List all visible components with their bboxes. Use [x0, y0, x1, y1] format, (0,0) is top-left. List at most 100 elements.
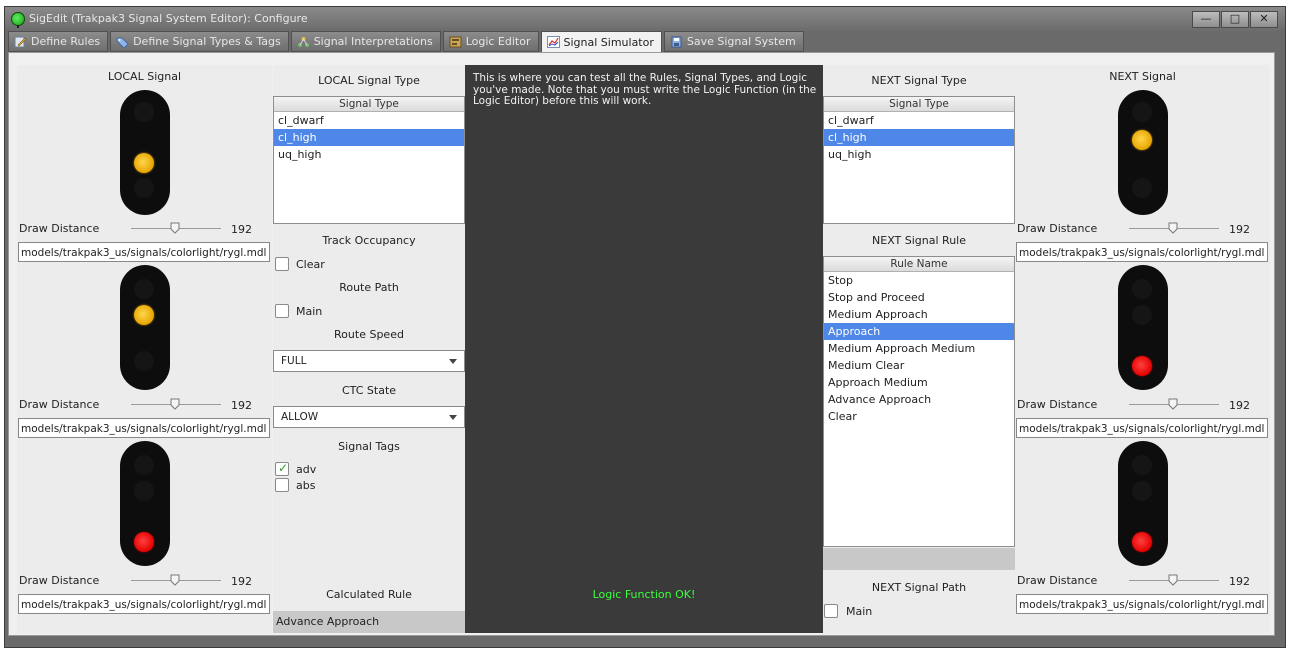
next-signal-rule-list[interactable]: Rule Name Stop Stop and Proceed Medium A… [823, 256, 1015, 547]
route-speed-select[interactable]: FULL [273, 350, 465, 372]
lamp-red [134, 279, 154, 299]
slider-thumb[interactable] [170, 398, 180, 410]
list-item[interactable]: Approach Medium [824, 374, 1014, 391]
lamp-yellow [1132, 481, 1152, 501]
main-checkbox[interactable] [275, 304, 289, 318]
close-button[interactable]: ✕ [1250, 11, 1278, 28]
draw-distance-value: 192 [231, 575, 252, 588]
list-item[interactable]: Advance Approach [824, 391, 1014, 408]
list-item[interactable]: uq_high [274, 146, 464, 163]
model-path-input[interactable]: models/trakpak3_us/signals/colorlight/ry… [1016, 242, 1268, 262]
next-signal-head-2 [1118, 265, 1168, 390]
calculated-rule-value: Advance Approach [273, 611, 465, 633]
list-item[interactable]: Medium Approach [824, 306, 1014, 323]
lamp-yellow [1132, 305, 1152, 325]
list-item[interactable]: uq_high [824, 146, 1014, 163]
chart-icon [546, 36, 560, 48]
list-item[interactable]: cl_dwarf [274, 112, 464, 129]
model-path-input[interactable]: models/trakpak3_us/signals/colorlight/ry… [18, 242, 270, 262]
console-message: This is where you can test all the Rules… [473, 72, 817, 107]
tab-logic-editor[interactable]: Logic Editor [442, 31, 539, 52]
draw-distance-label: Draw Distance [19, 222, 100, 235]
draw-distance-value: 192 [231, 399, 252, 412]
lamp-green [134, 178, 154, 198]
chevron-down-icon [449, 359, 457, 364]
slider-thumb[interactable] [170, 574, 180, 586]
lamp-green [1132, 178, 1152, 198]
list-item[interactable]: Medium Approach Medium [824, 340, 1014, 357]
chevron-down-icon [449, 415, 457, 420]
ctc-state-select[interactable]: ALLOW [273, 406, 465, 428]
slider-thumb[interactable] [1168, 222, 1178, 234]
lamp-yellow [1132, 130, 1152, 150]
main-label: Main [296, 305, 323, 318]
clear-label: Clear [296, 258, 325, 271]
route-speed-title: Route Speed [334, 328, 404, 341]
list-header: Signal Type [824, 97, 1014, 112]
lamp-red [134, 455, 154, 475]
clear-checkbox[interactable] [275, 257, 289, 271]
adv-checkbox[interactable]: ✓ [275, 461, 289, 476]
route-path-title: Route Path [339, 281, 399, 294]
draw-distance-value: 192 [1229, 223, 1250, 236]
tab-label: Save Signal System [686, 35, 796, 48]
list-item[interactable]: Stop and Proceed [824, 289, 1014, 306]
draw-distance-label: Draw Distance [1017, 222, 1098, 235]
model-path-input[interactable]: models/trakpak3_us/signals/colorlight/ry… [1016, 418, 1268, 438]
local-signal-type-list[interactable]: Signal Type cl_dwarf cl_high uq_high [273, 96, 465, 224]
next-signal-panel: NEXT Signal Draw Distance 192 models/tra… [1015, 65, 1270, 633]
abs-checkbox[interactable] [275, 478, 289, 492]
window-title: SigEdit (Trakpak3 Signal System Editor):… [29, 12, 308, 25]
tab-save-signal-system[interactable]: Save Signal System [663, 31, 804, 52]
tab-label: Define Rules [31, 35, 101, 48]
title-bar: SigEdit (Trakpak3 Signal System Editor):… [5, 7, 1285, 31]
next-signal-type-list[interactable]: Signal Type cl_dwarf cl_high uq_high [823, 96, 1015, 224]
draw-distance-value: 192 [1229, 399, 1250, 412]
route-speed-value: FULL [281, 355, 307, 367]
next-signal-title: NEXT Signal [1109, 70, 1176, 83]
tab-label: Signal Interpretations [313, 35, 433, 48]
local-signal-type-title: LOCAL Signal Type [318, 74, 420, 87]
slider-thumb[interactable] [1168, 398, 1178, 410]
next-signal-path-title: NEXT Signal Path [871, 581, 967, 594]
rule-detail-bar [823, 548, 1015, 570]
draw-distance-value: 192 [231, 223, 252, 236]
save-icon [671, 36, 682, 47]
tab-define-rules[interactable]: Define Rules [8, 31, 109, 52]
list-item[interactable]: cl_dwarf [824, 112, 1014, 129]
signal-tags-title: Signal Tags [338, 440, 400, 453]
slider-thumb[interactable] [170, 222, 180, 234]
list-item[interactable]: Clear [824, 408, 1014, 425]
draw-distance-label: Draw Distance [1017, 398, 1098, 411]
tab-define-signal-types[interactable]: Define Signal Types & Tags [110, 31, 289, 52]
list-item[interactable]: Medium Clear [824, 357, 1014, 374]
list-item[interactable]: Stop [824, 272, 1014, 289]
lamp-green [134, 351, 154, 371]
next-signal-rule-title: NEXT Signal Rule [872, 234, 966, 247]
model-path-input[interactable]: models/trakpak3_us/signals/colorlight/ry… [18, 594, 270, 614]
lamp-yellow [134, 305, 154, 325]
lamp-red [1132, 102, 1152, 122]
next-main-checkbox[interactable] [824, 604, 838, 618]
model-path-input[interactable]: models/trakpak3_us/signals/colorlight/ry… [1016, 594, 1268, 614]
logic-status: Logic Function OK! [592, 588, 696, 601]
list-item-selected[interactable]: Approach [824, 323, 1014, 340]
list-item-selected[interactable]: cl_high [824, 129, 1014, 146]
minimize-button[interactable]: — [1192, 11, 1220, 28]
slider-thumb[interactable] [1168, 574, 1178, 586]
lamp-red [134, 102, 154, 122]
tab-signal-simulator[interactable]: Signal Simulator [540, 31, 662, 53]
tab-label: Logic Editor [465, 35, 531, 48]
maximize-button[interactable]: □ [1221, 11, 1249, 28]
next-type-panel: NEXT Signal Type Signal Type cl_dwarf cl… [823, 65, 1015, 633]
list-header: Signal Type [274, 97, 464, 112]
tab-label: Signal Simulator [563, 35, 654, 49]
app-signal-icon [11, 12, 25, 28]
tab-signal-interpretations[interactable]: Signal Interpretations [290, 31, 441, 52]
lamp-red [1132, 279, 1152, 299]
next-signal-type-title: NEXT Signal Type [871, 74, 967, 87]
list-header: Rule Name [824, 257, 1014, 272]
draw-distance-value: 192 [1229, 575, 1250, 588]
model-path-input[interactable]: models/trakpak3_us/signals/colorlight/ry… [18, 418, 270, 438]
list-item-selected[interactable]: cl_high [274, 129, 464, 146]
